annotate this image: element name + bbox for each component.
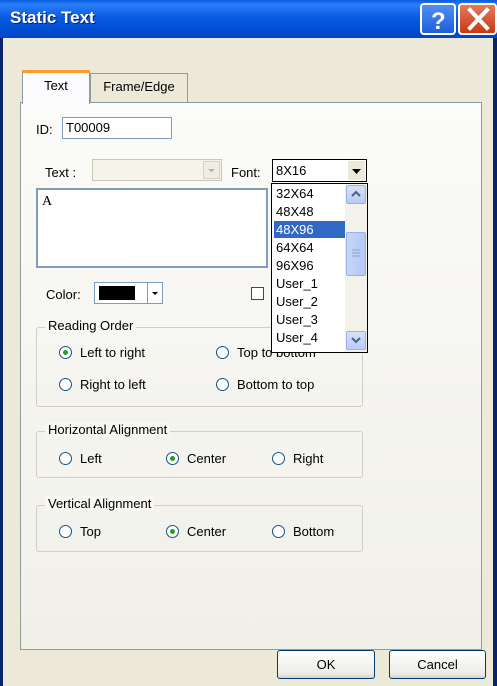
chevron-down-icon (351, 337, 361, 344)
radio-h-left[interactable]: Left (59, 451, 102, 466)
radio-label: Left (80, 451, 102, 466)
static-text-dialog: Static Text ? Text Frame/Edge ID: T00009… (0, 0, 497, 686)
title-bar[interactable]: Static Text ? (0, 0, 497, 38)
font-option[interactable]: User_2 (274, 293, 346, 310)
chevron-down-icon (208, 169, 215, 173)
id-field[interactable]: T00009 (62, 117, 172, 139)
font-combo[interactable]: 8X16 (272, 159, 367, 182)
font-option[interactable]: 32X64 (274, 185, 346, 202)
color-label: Color: (46, 287, 81, 302)
radio-v-bottom[interactable]: Bottom (272, 524, 334, 539)
radio-circle (216, 378, 229, 391)
radio-circle (166, 452, 179, 465)
radio-label: Top (80, 524, 101, 539)
radio-label: Center (187, 524, 227, 539)
vertical-alignment-title: Vertical Alignment (45, 496, 155, 511)
radio-circle (272, 452, 285, 465)
radio-circle (59, 525, 72, 538)
radio-circle (166, 525, 179, 538)
text-combo-dropdown-button (203, 161, 220, 179)
radio-label: Left to right (80, 345, 146, 360)
scroll-down-button[interactable] (346, 331, 366, 350)
font-option[interactable]: 64X64 (274, 239, 346, 256)
font-label: Font: (231, 165, 261, 180)
radio-h-right[interactable]: Right (272, 451, 323, 466)
radio-bottom-to-top[interactable]: Bottom to top (216, 377, 314, 392)
dropdown-scrollbar[interactable] (345, 184, 367, 352)
color-picker[interactable] (94, 282, 148, 304)
reading-order-title: Reading Order (45, 318, 137, 333)
radio-left-to-right[interactable]: Left to right (59, 345, 145, 360)
font-option[interactable]: 48X48 (274, 203, 346, 220)
text-combo (92, 159, 222, 181)
horizontal-alignment-title: Horizontal Alignment (45, 422, 171, 437)
ok-button[interactable]: OK (277, 650, 375, 679)
grip-icon (352, 249, 360, 257)
font-option[interactable]: 96X96 (274, 257, 346, 274)
chevron-down-icon (352, 169, 361, 174)
font-option[interactable]: User_4 (274, 329, 346, 346)
font-dropdown-list[interactable]: 32X64 48X48 48X96 64X64 96X96 User_1 Use… (271, 183, 368, 353)
close-button[interactable] (458, 3, 497, 35)
radio-label: Bottom to top (237, 377, 315, 392)
window-title: Static Text (10, 8, 95, 27)
help-icon: ? (431, 8, 446, 33)
radio-right-to-left[interactable]: Right to left (59, 377, 146, 392)
color-swatch (99, 286, 135, 300)
scroll-up-button[interactable] (346, 185, 366, 204)
radio-label: Bottom (293, 524, 335, 539)
radio-v-top[interactable]: Top (59, 524, 101, 539)
text-area[interactable]: A (36, 188, 268, 268)
radio-circle (272, 525, 285, 538)
close-icon (467, 7, 490, 31)
radio-circle (216, 346, 229, 359)
tab-frame-edge[interactable]: Frame/Edge (90, 73, 188, 102)
radio-circle (59, 452, 72, 465)
scroll-thumb[interactable] (346, 232, 366, 276)
radio-label: Right (293, 451, 324, 466)
font-option[interactable]: User_3 (274, 311, 346, 328)
radio-v-center[interactable]: Center (166, 524, 226, 539)
text-label: Text : (45, 165, 77, 180)
radio-label: Center (187, 451, 227, 466)
font-combo-value: 8X16 (276, 163, 307, 178)
radio-h-center[interactable]: Center (166, 451, 226, 466)
radio-circle (59, 378, 72, 391)
radio-circle (59, 346, 72, 359)
font-option-selected[interactable]: 48X96 (274, 221, 346, 238)
checkbox[interactable] (251, 287, 264, 300)
tab-text[interactable]: Text (22, 70, 90, 104)
id-label: ID: (36, 122, 53, 137)
font-combo-dropdown-button[interactable] (348, 161, 365, 180)
font-option[interactable]: User_1 (274, 275, 346, 292)
help-button[interactable]: ? (420, 3, 456, 35)
radio-label: Right to left (80, 377, 146, 392)
cancel-button[interactable]: Cancel (389, 650, 486, 679)
svg-text:?: ? (431, 8, 446, 33)
chevron-up-icon (351, 190, 361, 197)
chevron-down-icon (152, 292, 158, 295)
color-dropdown-button[interactable] (147, 282, 163, 304)
